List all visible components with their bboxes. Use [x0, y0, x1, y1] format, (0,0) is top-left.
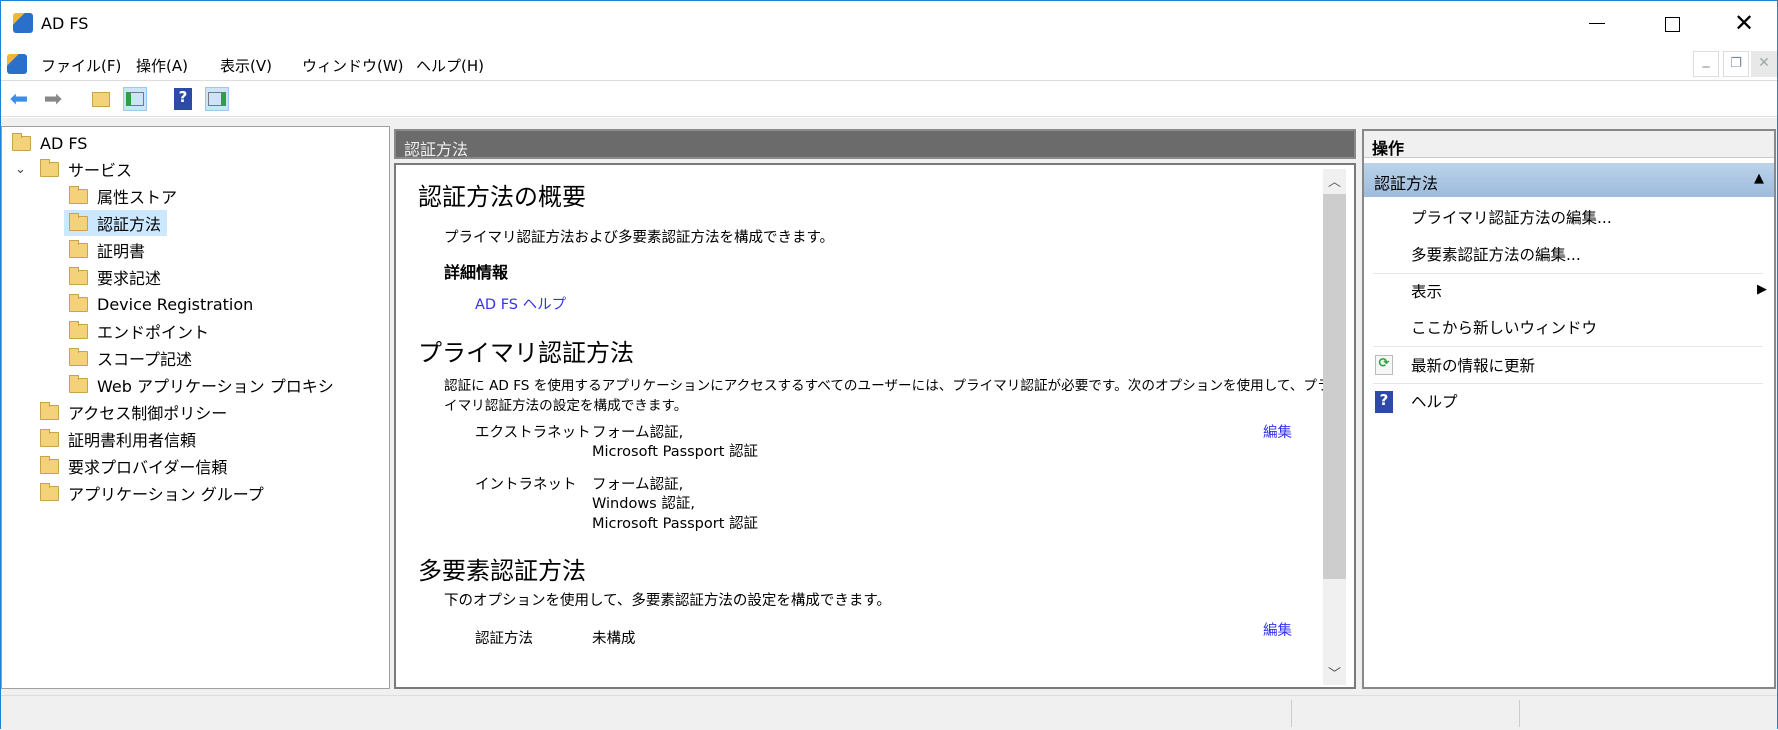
tree-item[interactable]: 証明書利用者信頼 [40, 426, 196, 452]
window-title: AD FS [41, 14, 89, 33]
action-new-window[interactable]: ここから新しいウィンドウ [1411, 316, 1597, 338]
tree-item[interactable]: アクセス制御ポリシー [40, 399, 227, 425]
status-divider [1291, 700, 1292, 727]
tree-item-selected[interactable]: 認証方法 [64, 210, 168, 236]
folder-icon [69, 239, 88, 258]
adfs-help-link[interactable]: AD FS ヘルプ [475, 293, 566, 314]
back-arrow-icon[interactable]: ⬅ [7, 87, 31, 112]
show-hide-action-pane-icon[interactable] [205, 87, 229, 111]
tree-item-adfs[interactable]: AD FS [12, 130, 87, 156]
mfa-label: 認証方法 [475, 631, 533, 647]
forward-arrow-icon[interactable]: ➡ [41, 87, 65, 112]
mdi-close-button[interactable]: ✕ [1751, 51, 1777, 77]
tree-item[interactable]: Device Registration [69, 291, 253, 317]
overview-description: プライマリ認証方法および多要素認証方法を構成できます。 [444, 230, 835, 246]
scroll-down-icon[interactable]: ﹀ [1328, 663, 1341, 682]
actions-section-header[interactable]: 認証方法 ▲ [1364, 163, 1774, 197]
folder-icon [69, 374, 88, 393]
folder-icon [69, 347, 88, 366]
action-help[interactable]: ヘルプ [1411, 390, 1458, 412]
overview-title: 認証方法の概要 [418, 183, 586, 211]
mfa-title: 多要素認証方法 [418, 557, 586, 585]
tree-item[interactable]: スコープ記述 [69, 345, 192, 371]
intranet-value: フォーム認証, [592, 477, 684, 493]
tree-item[interactable]: アプリケーション グループ [40, 480, 264, 506]
tree-item[interactable]: 要求記述 [69, 264, 161, 290]
toolbar: ⬅ ➡ ? [1, 81, 1777, 117]
up-folder-icon[interactable] [89, 87, 113, 111]
folder-icon [40, 428, 59, 447]
show-hide-tree-icon[interactable] [123, 87, 147, 111]
mfa-value: 未構成 [592, 631, 636, 647]
minimize-button[interactable] [1589, 23, 1605, 24]
extranet-value: フォーム認証, [592, 425, 684, 441]
action-refresh[interactable]: 最新の情報に更新 [1411, 354, 1535, 376]
app-icon [13, 13, 33, 33]
edit-mfa-link[interactable]: 編集 [1263, 619, 1292, 640]
help-icon[interactable]: ? [171, 87, 195, 111]
title-bar: AD FS ✕ [1, 1, 1777, 47]
primary-description: イマリ認証方法の設定を構成できます。 [444, 398, 688, 414]
menu-help[interactable]: ヘルプ(H) [416, 55, 484, 76]
menu-action[interactable]: 操作(A) [136, 55, 188, 76]
app-icon [7, 54, 27, 74]
menu-view[interactable]: 表示(V) [220, 55, 272, 76]
refresh-icon: ⟳ [1375, 355, 1393, 375]
action-edit-primary[interactable]: プライマリ認証方法の編集... [1411, 206, 1612, 228]
help-icon: ? [1375, 391, 1393, 413]
tree-item[interactable]: 要求プロバイダー信頼 [40, 453, 227, 479]
menu-bar: ファイル(F) 操作(A) 表示(V) ウィンドウ(W) ヘルプ(H) _ ❐ … [1, 47, 1777, 81]
scroll-up-icon[interactable]: ︿ [1328, 171, 1341, 190]
details-title: 詳細情報 [444, 263, 509, 282]
extranet-value: Microsoft Passport 認証 [592, 444, 759, 460]
folder-icon [69, 320, 88, 339]
collapse-triangle-icon[interactable]: ▲ [1754, 171, 1764, 186]
folder-icon [69, 293, 88, 312]
tree-item[interactable]: Web アプリケーション プロキシ [69, 372, 334, 398]
divider [1373, 273, 1763, 274]
scrollbar-thumb[interactable] [1323, 194, 1346, 579]
action-edit-mfa[interactable]: 多要素認証方法の編集... [1411, 243, 1581, 265]
tree-item[interactable]: 証明書 [69, 237, 145, 263]
tree-item-service[interactable]: ⌄ サービス [15, 156, 132, 182]
divider [1373, 383, 1763, 384]
folder-icon [40, 455, 59, 474]
action-view[interactable]: 表示 [1411, 280, 1442, 302]
tree-item[interactable]: 属性ストア [69, 183, 177, 209]
intranet-value: Microsoft Passport 認証 [592, 516, 759, 532]
console-tree: AD FS ⌄ サービス 属性ストア 認証方法 証明書 要求記述 Device R… [1, 126, 390, 689]
chevron-down-icon[interactable]: ⌄ [15, 162, 40, 177]
intranet-label: イントラネット [475, 477, 577, 493]
folder-icon [69, 266, 88, 285]
maximize-button[interactable] [1665, 17, 1680, 32]
folder-icon [40, 158, 59, 177]
primary-description: 認証に AD FS を使用するアプリケーションにアクセスするすべてのユーザーには… [444, 378, 1331, 394]
folder-icon [69, 212, 88, 231]
intranet-value: Windows 認証, [592, 496, 695, 512]
status-bar [1, 695, 1777, 730]
menu-window[interactable]: ウィンドウ(W) [302, 55, 404, 76]
menu-file[interactable]: ファイル(F) [41, 55, 121, 76]
folder-icon [40, 482, 59, 501]
mdi-minimize-button[interactable]: _ [1693, 51, 1719, 77]
folder-icon [40, 401, 59, 420]
mdi-restore-button[interactable]: ❐ [1723, 51, 1749, 77]
actions-header: 操作 [1364, 131, 1774, 158]
extranet-label: エクストラネット [475, 425, 591, 441]
mfa-description: 下のオプションを使用して、多要素認証方法の設定を構成できます。 [444, 593, 891, 609]
edit-primary-link[interactable]: 編集 [1263, 421, 1292, 442]
folder-icon [69, 185, 88, 204]
folder-icon [12, 132, 31, 151]
close-button[interactable]: ✕ [1734, 9, 1754, 37]
center-pane-header: 認証方法 [394, 129, 1356, 159]
primary-title: プライマリ認証方法 [418, 339, 634, 367]
submenu-arrow-icon: ▶ [1757, 282, 1767, 297]
tree-item[interactable]: エンドポイント [69, 318, 209, 344]
status-divider [1519, 700, 1520, 727]
divider [1373, 346, 1763, 347]
